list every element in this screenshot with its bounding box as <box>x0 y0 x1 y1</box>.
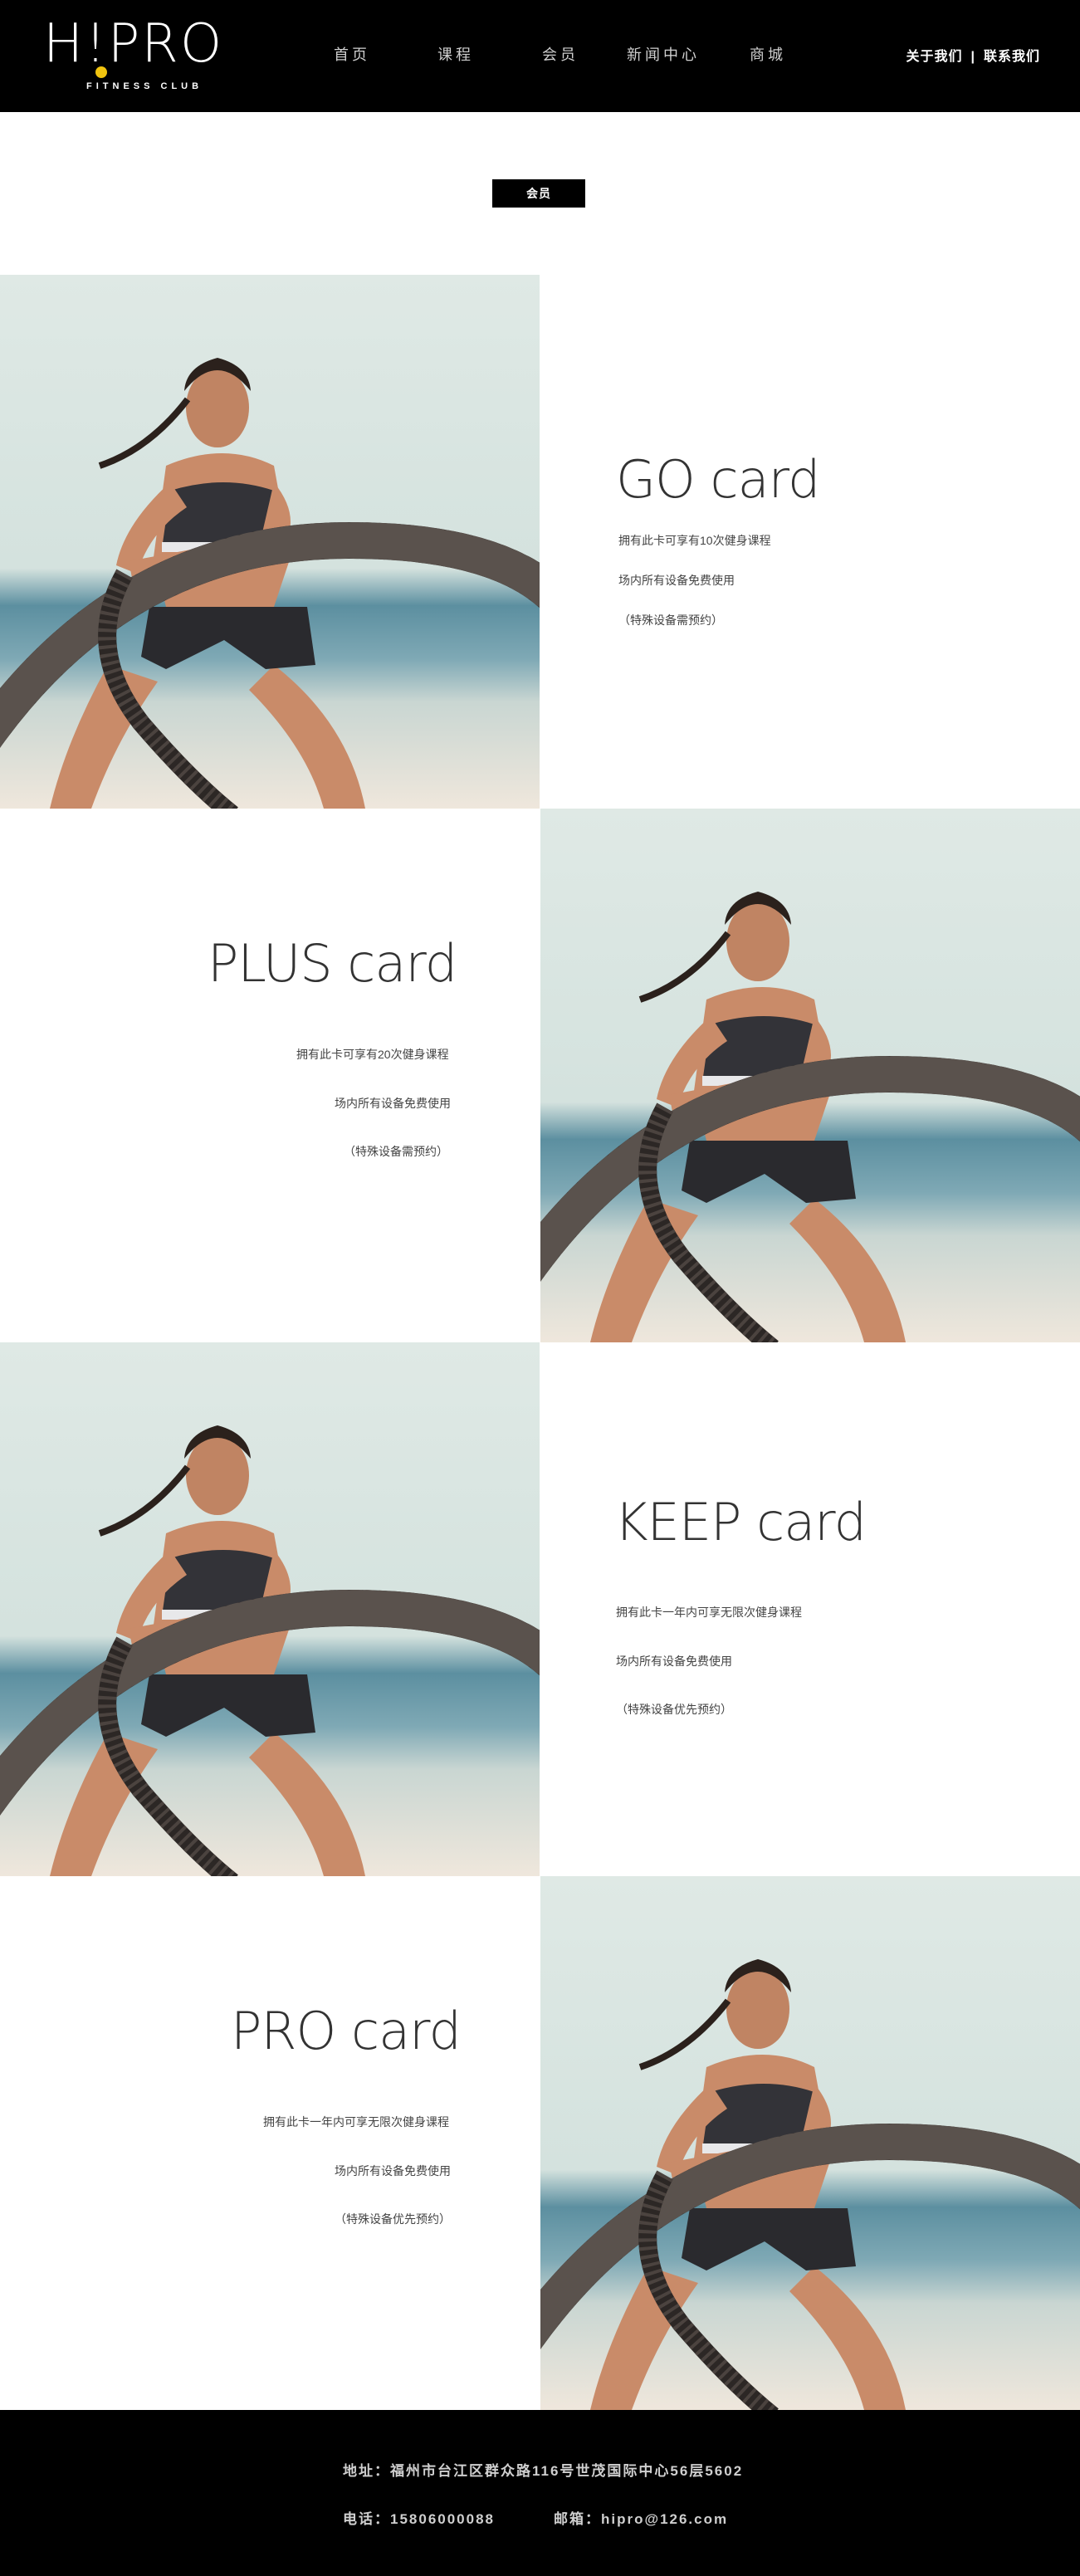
nav-item-shop[interactable]: 商城 <box>750 43 786 65</box>
card-benefit: 场内所有设备免费使用 <box>616 1655 732 1668</box>
card-info: KEEP card 拥有此卡一年内可享无限次健身课程 场内所有设备免费使用 （特… <box>540 1342 1080 1876</box>
top-links: 关于我们 | 联系我们 <box>906 45 1040 65</box>
card-benefit: 场内所有设备免费使用 <box>335 2164 451 2178</box>
logo-tagline: FITNESS CLUB <box>86 81 203 91</box>
athlete-photo <box>0 1342 540 1876</box>
athlete-photo <box>540 1876 1080 2410</box>
card-block-plus: PLUS card 拥有此卡可享有20次健身课程 场内所有设备免费使用 （特殊设… <box>0 809 1080 1342</box>
card-info: PLUS card 拥有此卡可享有20次健身课程 场内所有设备免费使用 （特殊设… <box>0 809 540 1342</box>
section-title-badge: 会员 <box>492 179 585 208</box>
card-benefit: 拥有此卡一年内可享无限次健身课程 <box>616 1606 802 1619</box>
logo[interactable]: H!PRO FITNESS CLUB <box>43 15 259 98</box>
card-info: GO card 拥有此卡可享有10次健身课程 场内所有设备免费使用 （特殊设备需… <box>540 275 1080 809</box>
footer-email[interactable]: 邮箱：hipro@126.com <box>554 2507 728 2528</box>
card-block-keep: KEEP card 拥有此卡一年内可享无限次健身课程 场内所有设备免费使用 （特… <box>0 1342 1080 1876</box>
card-title: PLUS card <box>208 933 457 994</box>
about-link[interactable]: 关于我们 <box>906 50 962 64</box>
athlete-photo <box>0 275 540 809</box>
card-info: PRO card 拥有此卡一年内可享无限次健身课程 场内所有设备免费使用 （特殊… <box>0 1876 540 2410</box>
athlete-photo <box>540 809 1080 1342</box>
card-note: （特殊设备需预约） <box>618 613 723 627</box>
card-benefit: 拥有此卡可享有20次健身课程 <box>296 1048 449 1061</box>
nav-item-home[interactable]: 首页 <box>334 43 370 65</box>
site-footer: 地址：福州市台江区群众路116号世茂国际中心56层5602 电话：1580600… <box>0 2410 1080 2576</box>
footer-phone: 电话：15806000088 <box>343 2511 496 2527</box>
nav-item-news[interactable]: 新闻中心 <box>627 43 700 65</box>
card-note: （特殊设备优先预约） <box>616 1703 732 1716</box>
card-title: GO card <box>616 449 820 510</box>
card-block-pro: PRO card 拥有此卡一年内可享无限次健身课程 场内所有设备免费使用 （特殊… <box>0 1876 1080 2410</box>
card-block-go: GO card 拥有此卡可享有10次健身课程 场内所有设备免费使用 （特殊设备需… <box>0 275 1080 809</box>
footer-address: 地址：福州市台江区群众路116号世茂国际中心56层5602 <box>343 2463 744 2479</box>
card-title: PRO card <box>231 2001 462 2061</box>
logo-wordmark: H!PRO <box>43 13 224 75</box>
card-note: （特殊设备需预约） <box>344 1145 448 1158</box>
top-links-separator: | <box>970 50 975 64</box>
nav-item-courses[interactable]: 课程 <box>437 43 474 65</box>
nav-item-membership[interactable]: 会员 <box>542 43 579 65</box>
card-benefit: 场内所有设备免费使用 <box>335 1097 451 1110</box>
site-header: H!PRO FITNESS CLUB 首页 课程 会员 新闻中心 商城 关于我们… <box>0 0 1080 112</box>
contact-link[interactable]: 联系我们 <box>984 50 1040 64</box>
card-title: KEEP card <box>614 1492 867 1552</box>
card-benefit: 拥有此卡一年内可享无限次健身课程 <box>263 2115 449 2129</box>
card-benefit: 拥有此卡可享有10次健身课程 <box>618 534 771 547</box>
card-benefit: 场内所有设备免费使用 <box>618 574 735 587</box>
card-note: （特殊设备优先预约） <box>335 2212 451 2226</box>
logo-dot <box>95 66 107 78</box>
